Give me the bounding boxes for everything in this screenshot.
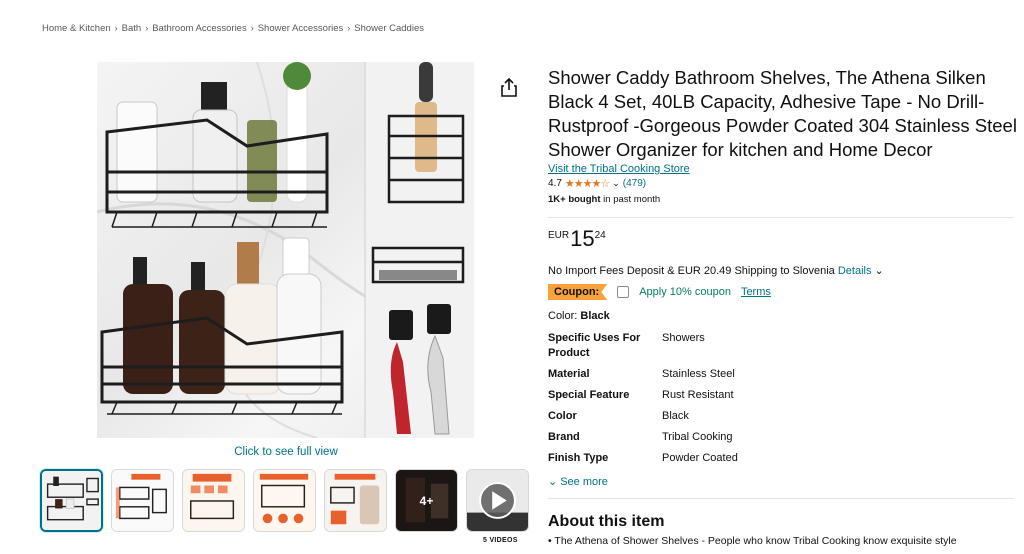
breadcrumb-separator: ›	[145, 23, 149, 33]
about-item-text: The Athena of Shower Shelves - People wh…	[554, 535, 957, 547]
breadcrumb-separator: ›	[347, 23, 351, 33]
coupon-row: Coupon: Apply 10% coupon Terms	[548, 283, 1018, 301]
bought-period: in past month	[600, 194, 661, 205]
thumbnail-4[interactable]	[253, 469, 316, 532]
thumbnail-video[interactable]	[466, 469, 529, 532]
spec-key: Finish Type	[548, 452, 609, 464]
chevron-down-icon[interactable]: ⌄	[875, 265, 884, 277]
thumbnail-more-images[interactable]: 4+	[395, 469, 458, 532]
breadcrumb-separator: ›	[250, 23, 254, 33]
star-rating-icon[interactable]: ★★★★☆	[565, 177, 610, 190]
shipping-info: No Import Fees Deposit & EUR 20.49 Shipp…	[548, 264, 1018, 277]
breadcrumb-shower-caddies[interactable]: Shower Caddies	[354, 23, 424, 34]
coupon-terms-link[interactable]: Terms	[741, 286, 771, 298]
shipping-text: No Import Fees Deposit & EUR 20.49 Shipp…	[548, 265, 838, 277]
product-photo	[97, 62, 474, 438]
breadcrumb: Home & Kitchen › Bath › Bathroom Accessories…	[42, 23, 424, 34]
thumbnail-2[interactable]	[111, 469, 174, 532]
see-more-button[interactable]: ⌄ See more	[548, 475, 608, 489]
breadcrumb-home-kitchen[interactable]: Home & Kitchen	[42, 23, 111, 34]
spec-value: Showers	[662, 332, 705, 344]
table-row: Specific Uses For Product Showers	[548, 331, 738, 367]
spec-value: Black	[662, 410, 689, 422]
spec-value: Rust Resistant	[662, 389, 734, 401]
thumbnail-5[interactable]	[324, 469, 387, 532]
divider	[548, 217, 1014, 218]
spec-key: Color	[548, 410, 577, 422]
table-row: Brand Tribal Cooking	[548, 430, 738, 451]
see-more-label: See more	[560, 475, 608, 488]
thumbnail-strip: 4+	[40, 469, 529, 532]
coupon-text: Apply 10% coupon	[639, 286, 731, 298]
specs-table: Specific Uses For Product Showers Materia…	[548, 331, 738, 472]
color-label: Color:	[548, 310, 581, 322]
breadcrumb-separator: ›	[114, 23, 118, 33]
main-product-image[interactable]	[97, 62, 474, 438]
rating-row: 4.7 ★★★★☆ ⌄ (479)	[548, 177, 1018, 190]
color-value: Black	[580, 310, 610, 322]
thumbnail-3[interactable]	[182, 469, 245, 532]
coupon-badge: Coupon:	[548, 284, 608, 300]
bought-in-past-month: 1K+ bought in past month	[548, 194, 1018, 205]
thumbnail-1[interactable]	[40, 469, 103, 532]
product-details: Shower Caddy Bathroom Shelves, The Athen…	[548, 66, 1018, 547]
bought-count: 1K+ bought	[548, 194, 601, 205]
rating-value: 4.7	[548, 178, 562, 189]
price: EUR 15 24	[548, 226, 1018, 256]
shipping-details-link[interactable]: Details	[838, 265, 872, 277]
table-row: Material Stainless Steel	[548, 367, 738, 388]
spec-key: Special Feature	[548, 389, 630, 401]
spec-key: Specific Uses For Product	[548, 332, 641, 359]
more-images-count: 4+	[396, 470, 457, 531]
about-item-bullet: • The Athena of Shower Shelves - People …	[548, 535, 957, 547]
product-title: Shower Caddy Bathroom Shelves, The Athen…	[548, 67, 1017, 160]
videos-count-label: 5 VIDEOS	[483, 537, 518, 544]
divider	[548, 498, 1014, 499]
breadcrumb-bathroom-accessories[interactable]: Bathroom Accessories	[152, 23, 247, 34]
spec-value: Stainless Steel	[662, 368, 735, 380]
price-whole: 15	[570, 226, 595, 251]
store-link[interactable]: Visit the Tribal Cooking Store	[548, 163, 1018, 175]
rating-count-link[interactable]: (479)	[623, 178, 646, 189]
price-currency: EUR	[548, 230, 570, 241]
table-row: Finish Type Powder Coated	[548, 451, 738, 472]
table-row: Color Black	[548, 409, 738, 430]
breadcrumb-shower-accessories[interactable]: Shower Accessories	[258, 23, 344, 34]
spec-key: Brand	[548, 431, 580, 443]
click-to-see-full-view-link[interactable]: Click to see full view	[0, 446, 572, 458]
coupon-checkbox[interactable]	[617, 286, 630, 298]
color-row: Color: Black	[548, 310, 1018, 322]
share-icon[interactable]	[500, 77, 518, 98]
table-row: Special Feature Rust Resistant	[548, 388, 738, 409]
spec-key: Material	[548, 368, 590, 380]
about-this-item-heading: About this item	[548, 513, 665, 530]
breadcrumb-bath[interactable]: Bath	[122, 23, 142, 34]
chevron-down-icon: ⌄	[548, 476, 558, 488]
chevron-down-icon[interactable]: ⌄	[612, 178, 620, 189]
spec-value: Powder Coated	[662, 452, 738, 464]
spec-value: Tribal Cooking	[662, 431, 733, 443]
price-fraction: 24	[594, 230, 606, 241]
